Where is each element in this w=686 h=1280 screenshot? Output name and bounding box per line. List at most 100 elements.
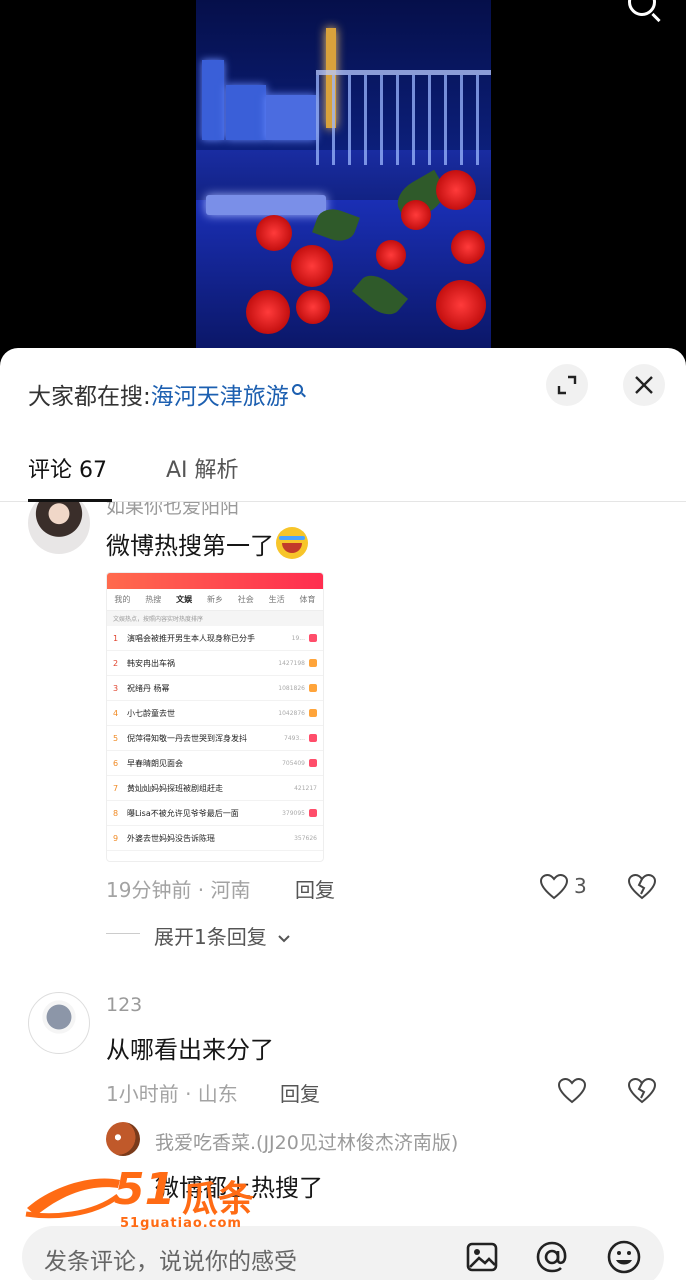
close-icon: [635, 376, 653, 394]
avatar[interactable]: [28, 502, 90, 554]
image-item-count: 1427198: [278, 659, 305, 667]
video-frame: [196, 0, 491, 348]
comment-list[interactable]: 如果你也爱阳阳 微博热搜第一了 我的 热搜 文娱 新乡 社会 生活 体育 文娱热…: [0, 502, 686, 1212]
expand-button[interactable]: [546, 364, 588, 406]
image-rank: 8: [113, 808, 119, 818]
image-item-title: 曝Lisa不被允许见爷爷最后一面: [127, 808, 239, 818]
expand-divider: [106, 933, 140, 934]
image-item-count: 1081826: [278, 684, 305, 692]
reply-username[interactable]: 我爱吃香菜.(JJ20见过林俊杰济南版): [155, 1128, 458, 1155]
image-item-title: 韩安冉出车祸: [127, 658, 175, 668]
image-item-count: 1042876: [278, 709, 305, 717]
image-item-title: 外婆去世妈妈没告诉陈瑶: [127, 833, 215, 843]
watermark-text: 瓜条: [182, 1179, 255, 1220]
comment-time-location: 19分钟前 · 河南: [106, 878, 251, 902]
image-tabs: 我的 热搜 文娱 新乡 社会 生活 体育: [107, 589, 323, 611]
image-tab: 新乡: [206, 595, 223, 604]
image-list-item: 4 小七龄童去世 1042876: [107, 701, 323, 726]
reply-button[interactable]: 回复: [280, 1078, 320, 1107]
comment-image[interactable]: 我的 热搜 文娱 新乡 社会 生活 体育 文娱热点，按照内容实时热度排序 1 演…: [106, 572, 324, 862]
image-item-title: 早春晴朗见面会: [127, 758, 183, 768]
image-tab: 生活: [268, 595, 285, 604]
image-item-title: 小七龄童去世: [127, 708, 175, 718]
search-icon[interactable]: [628, 0, 656, 16]
image-item-title: 祝绪丹 杨幂: [127, 683, 170, 693]
watermark-melon-icon: [25, 1178, 120, 1219]
image-item-count: 357626: [294, 834, 317, 842]
chevron-down-icon: [278, 935, 290, 943]
comment-sheet: 大家都在搜: 海河天津旅游 评论 67 AI 解析 如果你也爱阳阳 微博热搜第一…: [0, 348, 686, 1280]
image-list-item: 3 祝绪丹 杨幂 1081826: [107, 676, 323, 701]
image-rank: 4: [113, 708, 119, 718]
hot-search-term[interactable]: 海河天津旅游: [151, 377, 289, 411]
new-badge-icon: [309, 684, 317, 692]
image-rank: 9: [113, 833, 119, 843]
expand-replies-button[interactable]: 展开1条回复: [154, 921, 291, 950]
like-count: 3: [574, 874, 587, 898]
reply-button[interactable]: 回复: [295, 874, 335, 903]
image-list-item: 6 早春晴朗见面会 705409: [107, 751, 323, 776]
image-rank: 1: [113, 633, 119, 643]
reply-avatar[interactable]: [106, 1122, 140, 1156]
image-item-count: 379095: [282, 809, 305, 817]
image-list-item: 1 演唱会被推开男生本人现身称已分手 19...: [107, 626, 323, 651]
image-list-item: 7 黄灿灿妈妈探班被剧组赶走 421217: [107, 776, 323, 801]
image-picker-icon[interactable]: [464, 1239, 500, 1275]
image-rank: 2: [113, 658, 119, 668]
image-tab: 我的: [114, 595, 131, 604]
emoji-smile-icon[interactable]: [606, 1239, 642, 1275]
avatar[interactable]: [28, 992, 90, 1054]
image-item-count: 705409: [282, 759, 305, 767]
image-list-item: 5 倪萍得知敬一丹去世哭到浑身发抖 7493...: [107, 726, 323, 751]
image-tab-active: 文娱: [176, 595, 193, 604]
dislike-broken-heart-icon[interactable]: [628, 1078, 656, 1104]
crying-laughing-emoji-icon: [276, 527, 308, 559]
image-tab: 热搜: [145, 595, 162, 604]
hot-badge-icon: [309, 759, 317, 767]
tab-comments[interactable]: 评论 67: [28, 452, 107, 484]
image-rank: 5: [113, 733, 119, 743]
like-heart-icon[interactable]: [540, 874, 568, 900]
image-list-item: 9 外婆去世妈妈没告诉陈瑶 357626: [107, 826, 323, 851]
like-heart-icon[interactable]: [558, 1078, 586, 1104]
hot-search-prefix: 大家都在搜:: [28, 384, 151, 410]
image-item-count: 19...: [291, 634, 305, 642]
image-item-count: 7493...: [284, 734, 305, 742]
image-item-title: 演唱会被推开男生本人现身称已分手: [127, 633, 255, 643]
comment-username[interactable]: 如果你也爱阳阳: [106, 502, 239, 519]
comment-text-content: 微博热搜第一了: [106, 532, 274, 560]
tab-ai-analysis[interactable]: AI 解析: [166, 452, 239, 484]
expand-icon: [557, 375, 577, 395]
image-item-title: 黄灿灿妈妈探班被剧组赶走: [127, 783, 223, 793]
comment-time-location: 1小时前 · 山东: [106, 1082, 238, 1106]
image-item-count: 421217: [294, 784, 317, 792]
comment-input-placeholder[interactable]: 发条评论，说说你的感受: [44, 1242, 297, 1276]
comment-text: 从哪看出来分了: [106, 1036, 274, 1064]
dislike-broken-heart-icon[interactable]: [628, 874, 656, 900]
comment-tabs: 评论 67 AI 解析: [0, 438, 686, 502]
watermark-number: 51: [114, 1164, 176, 1215]
comment-text: 微博热搜第一了: [106, 526, 308, 561]
mention-at-icon[interactable]: [534, 1239, 570, 1275]
image-list-item: 2 韩安冉出车祸 1427198: [107, 651, 323, 676]
hot-badge-icon: [309, 634, 317, 642]
video-player[interactable]: [0, 0, 686, 360]
image-rank: 7: [113, 783, 119, 793]
search-icon: [291, 383, 303, 395]
image-tab: 社会: [237, 595, 254, 604]
new-badge-icon: [309, 659, 317, 667]
image-rank: 6: [113, 758, 119, 768]
image-item-title: 倪萍得知敬一丹去世哭到浑身发抖: [127, 733, 247, 743]
image-list-item: 8 曝Lisa不被允许见爷爷最后一面 379095: [107, 801, 323, 826]
image-tab: 体育: [299, 595, 316, 604]
image-header-bar: [107, 573, 323, 589]
close-button[interactable]: [623, 364, 665, 406]
expand-replies-label: 展开1条回复: [154, 925, 267, 949]
watermark-logo: 51 瓜条 51guatiao.com: [22, 1158, 282, 1238]
hot-badge-icon: [309, 809, 317, 817]
hot-badge-icon: [309, 734, 317, 742]
image-subtitle: 文娱热点，按照内容实时热度排序: [107, 611, 323, 626]
comment-username[interactable]: 123: [106, 994, 142, 1016]
watermark-url: 51guatiao.com: [120, 1216, 242, 1231]
image-rank: 3: [113, 683, 119, 693]
